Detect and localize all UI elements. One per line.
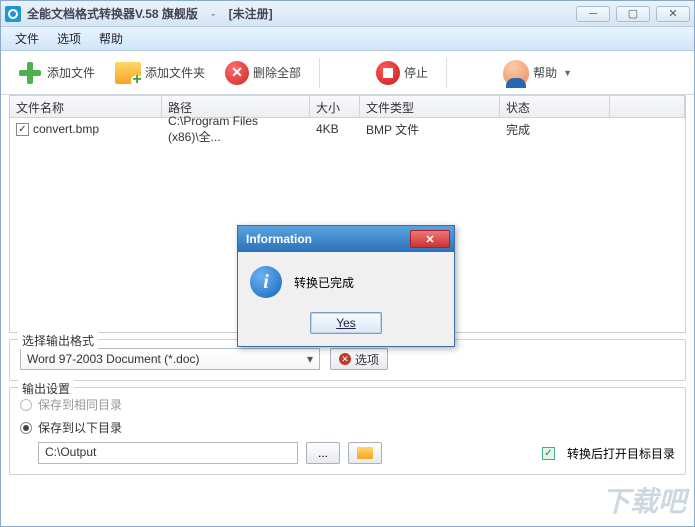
output-settings-group: 输出设置 保存到相同目录 保存到以下目录 C:\Output ... ✓ 转换后… <box>9 387 686 475</box>
registration-status: [未注册] <box>229 7 273 21</box>
col-name[interactable]: 文件名称 <box>10 96 162 117</box>
cell-size: 4KB <box>310 118 360 140</box>
col-size[interactable]: 大小 <box>310 96 360 117</box>
dialog-close-button[interactable]: ✕ <box>410 230 450 248</box>
open-after-checkbox[interactable]: ✓ <box>542 447 555 460</box>
row-checkbox[interactable]: ✓ <box>16 123 29 136</box>
dialog-message: 转换已完成 <box>294 274 354 291</box>
stop-button[interactable]: 停止 <box>370 57 434 89</box>
cell-type: BMP 文件 <box>360 118 500 140</box>
col-end <box>610 96 685 117</box>
menubar: 文件 选项 帮助 <box>1 27 694 51</box>
menu-options[interactable]: 选项 <box>49 27 89 50</box>
add-file-label: 添加文件 <box>47 64 95 81</box>
format-options-button[interactable]: ✕ 选项 <box>330 348 388 370</box>
browse-button[interactable]: ... <box>306 442 340 464</box>
info-icon: i <box>250 266 282 298</box>
watermark: 下载吧 <box>602 480 686 520</box>
help-label: 帮助 <box>533 64 557 81</box>
delete-all-label: 删除全部 <box>253 64 301 81</box>
main-window: 全能文档格式转换器V.58 旗舰版 - [未注册] ─ ▢ ✕ 文件 选项 帮助… <box>0 0 695 527</box>
plus-icon <box>17 60 43 86</box>
close-button[interactable]: ✕ <box>656 6 690 22</box>
folder-plus-icon <box>115 62 141 84</box>
radio-below-dir-row: 保存到以下目录 <box>20 419 675 436</box>
chevron-down-icon: ▼ <box>563 68 572 78</box>
minimize-button[interactable]: ─ <box>576 6 610 22</box>
help-person-icon <box>503 60 529 86</box>
list-header: 文件名称 路径 大小 文件类型 状态 <box>10 96 685 118</box>
radio-below-dir[interactable] <box>20 422 32 434</box>
maximize-button[interactable]: ▢ <box>616 6 650 22</box>
toolbar-separator <box>446 58 447 88</box>
dialog-yes-button[interactable]: Yes <box>310 312 382 334</box>
titlebar: 全能文档格式转换器V.58 旗舰版 - [未注册] ─ ▢ ✕ <box>1 1 694 27</box>
add-file-button[interactable]: 添加文件 <box>11 56 101 90</box>
col-status[interactable]: 状态 <box>500 96 610 117</box>
format-legend: 选择输出格式 <box>18 332 98 349</box>
stop-icon <box>376 61 400 85</box>
cell-status: 完成 <box>500 118 610 140</box>
radio-same-dir-label: 保存到相同目录 <box>38 396 122 413</box>
output-legend: 输出设置 <box>18 380 74 397</box>
menu-help[interactable]: 帮助 <box>91 27 131 50</box>
app-icon <box>5 6 21 22</box>
radio-same-dir-row: 保存到相同目录 <box>20 396 675 413</box>
col-type[interactable]: 文件类型 <box>360 96 500 117</box>
radio-same-dir[interactable] <box>20 399 32 411</box>
table-row[interactable]: ✓ convert.bmp C:\Program Files (x86)\全..… <box>10 118 685 140</box>
format-select[interactable]: Word 97-2003 Document (*.doc) <box>20 348 320 370</box>
output-path-input[interactable]: C:\Output <box>38 442 298 464</box>
add-folder-button[interactable]: 添加文件夹 <box>109 58 211 88</box>
format-selected: Word 97-2003 Document (*.doc) <box>27 352 200 366</box>
cell-name: convert.bmp <box>33 122 99 136</box>
dialog-titlebar: Information ✕ <box>238 226 454 252</box>
help-button[interactable]: 帮助 ▼ <box>497 56 578 90</box>
stop-label: 停止 <box>404 64 428 81</box>
open-after-label: 转换后打开目标目录 <box>567 445 675 462</box>
open-folder-button[interactable] <box>348 442 382 464</box>
format-options-label: 选项 <box>355 351 379 368</box>
add-folder-label: 添加文件夹 <box>145 64 205 81</box>
tools-icon: ✕ <box>339 353 351 365</box>
radio-below-dir-label: 保存到以下目录 <box>38 419 122 436</box>
app-title: 全能文档格式转换器V.58 旗舰版 - [未注册] <box>27 5 576 22</box>
folder-icon <box>357 447 373 459</box>
toolbar: 添加文件 添加文件夹 ✕ 删除全部 停止 帮助 ▼ <box>1 51 694 95</box>
delete-all-button[interactable]: ✕ 删除全部 <box>219 57 307 89</box>
cell-path: C:\Program Files (x86)\全... <box>162 118 310 140</box>
info-dialog: Information ✕ i 转换已完成 Yes <box>237 225 455 347</box>
toolbar-separator <box>319 58 320 88</box>
delete-icon: ✕ <box>225 61 249 85</box>
menu-file[interactable]: 文件 <box>7 27 47 50</box>
dialog-title-text: Information <box>246 232 410 246</box>
